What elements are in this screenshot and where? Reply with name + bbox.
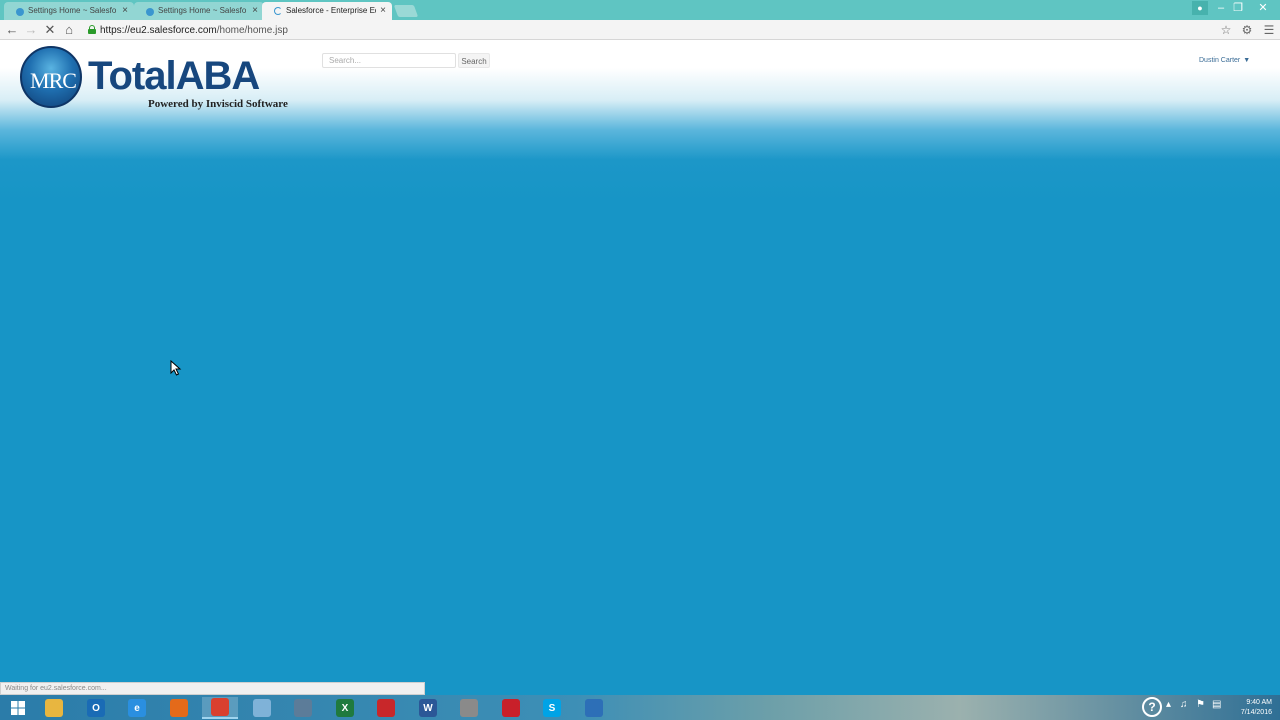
user-menu[interactable]: Dustin Carter ▼ — [1199, 57, 1250, 64]
browser-tab-1[interactable]: Settings Home ~ Salesfo × — [4, 2, 134, 20]
system-clock[interactable]: 9:40 AM 7/14/2016 — [1232, 698, 1272, 718]
network-app-icon — [585, 699, 603, 717]
windows-taskbar: Oe X W S ? ▴ ♫ ⚑ ▤ 9:40 AM 7/14/2016 — [0, 695, 1280, 720]
acrobat-icon — [377, 699, 395, 717]
windows-logo-icon — [11, 701, 25, 715]
close-window-icon[interactable]: ✕ — [1254, 0, 1272, 16]
url-path: /home/home.jsp — [216, 25, 288, 36]
totalaba-logo[interactable]: MRC TotalABA Powered by Inviscid Softwar… — [20, 46, 310, 112]
taskbar-app-notepad[interactable] — [244, 697, 280, 719]
address-bar[interactable]: https://eu2.salesforce.com/home/home.jsp — [100, 25, 288, 36]
taskbar-app-acrobat[interactable] — [368, 697, 404, 719]
loading-spinner-icon — [274, 7, 282, 15]
taskbar-app-network-app[interactable] — [576, 697, 612, 719]
taskbar-app-firefox[interactable] — [161, 697, 197, 719]
search-button[interactable]: Search — [458, 53, 490, 68]
taskbar-app-paint[interactable] — [451, 697, 487, 719]
browser-status-bar: Waiting for eu2.salesforce.com... — [0, 682, 425, 695]
salesforce-cloud-icon — [16, 8, 24, 16]
tab-title: Salesforce - Enterprise Ed — [286, 6, 376, 15]
extension-icon[interactable]: ⚙ — [1239, 22, 1255, 38]
browser-tab-strip: Settings Home ~ Salesfo × Settings Home … — [0, 0, 1280, 20]
calculator-icon — [294, 699, 312, 717]
taskbar-app-app-red[interactable] — [493, 697, 529, 719]
profile-icon[interactable]: ● — [1192, 1, 1208, 15]
logo-wordmark: TotalABA — [88, 54, 260, 98]
stop-loading-icon[interactable]: ✕ — [42, 22, 58, 38]
clock-date: 7/14/2016 — [1240, 709, 1272, 716]
logo-tagline: Powered by Inviscid Software — [148, 98, 288, 110]
lock-icon — [88, 25, 96, 34]
skype-icon: S — [543, 699, 561, 717]
browser-toolbar: ← → ✕ ⌂ https://eu2.salesforce.com/home/… — [0, 20, 1280, 40]
new-tab-button[interactable] — [393, 5, 419, 17]
user-name: Dustin Carter — [1199, 57, 1241, 64]
paint-icon — [460, 699, 478, 717]
tab-title: Settings Home ~ Salesfo — [28, 6, 117, 15]
word-icon: W — [419, 699, 437, 717]
back-arrow-icon[interactable]: ← — [4, 22, 20, 38]
outlook-icon: O — [87, 699, 105, 717]
network-icon[interactable]: ▤ — [1212, 699, 1221, 710]
mrc-globe-logo: MRC — [20, 46, 82, 108]
tray-expand-icon[interactable]: ▴ — [1166, 699, 1171, 710]
taskbar-app-internet-explorer[interactable]: e — [119, 697, 155, 719]
close-tab-icon[interactable]: × — [122, 5, 128, 16]
minimize-icon[interactable]: – — [1212, 0, 1230, 16]
close-tab-icon[interactable]: × — [252, 5, 258, 16]
salesforce-cloud-icon — [146, 8, 154, 16]
excel-icon: X — [336, 699, 354, 717]
browser-tab-2[interactable]: Settings Home ~ Salesfo × — [134, 2, 264, 20]
start-button[interactable] — [0, 697, 36, 719]
taskbar-app-calculator[interactable] — [285, 697, 321, 719]
search-input[interactable]: Search... — [322, 53, 456, 68]
url-host: https://eu2.salesforce.com — [100, 25, 217, 36]
firefox-icon — [170, 699, 188, 717]
taskbar-app-outlook[interactable]: O — [78, 697, 114, 719]
caret-down-icon: ▼ — [1243, 57, 1251, 64]
taskbar-app-file-explorer[interactable] — [36, 697, 72, 719]
browser-tab-3-active[interactable]: Salesforce - Enterprise Ed × — [262, 2, 392, 20]
tab-title: Settings Home ~ Salesfo — [158, 6, 247, 15]
help-icon[interactable]: ? — [1142, 697, 1162, 717]
volume-icon[interactable]: ♫ — [1180, 699, 1188, 710]
taskbar-app-chrome[interactable] — [202, 697, 238, 719]
taskbar-app-word[interactable]: W — [410, 697, 446, 719]
flag-icon[interactable]: ⚑ — [1196, 699, 1205, 710]
logo-mark-text: MRC — [30, 68, 77, 93]
close-tab-icon[interactable]: × — [380, 5, 386, 16]
taskbar-app-skype[interactable]: S — [534, 697, 570, 719]
file-explorer-icon — [45, 699, 63, 717]
salesforce-page: MRC TotalABA Powered by Inviscid Softwar… — [0, 40, 1280, 695]
home-icon[interactable]: ⌂ — [61, 22, 77, 38]
chrome-icon — [211, 698, 229, 716]
taskbar-app-excel[interactable]: X — [327, 697, 363, 719]
internet-explorer-icon: e — [128, 699, 146, 717]
app-red-icon — [502, 699, 520, 717]
forward-arrow-icon[interactable]: → — [23, 22, 39, 38]
notepad-icon — [253, 699, 271, 717]
menu-icon[interactable]: ☰ — [1261, 22, 1277, 38]
restore-icon[interactable]: ❐ — [1229, 0, 1247, 16]
bookmark-star-icon[interactable]: ☆ — [1218, 22, 1234, 38]
clock-time: 9:40 AM — [1246, 699, 1272, 706]
